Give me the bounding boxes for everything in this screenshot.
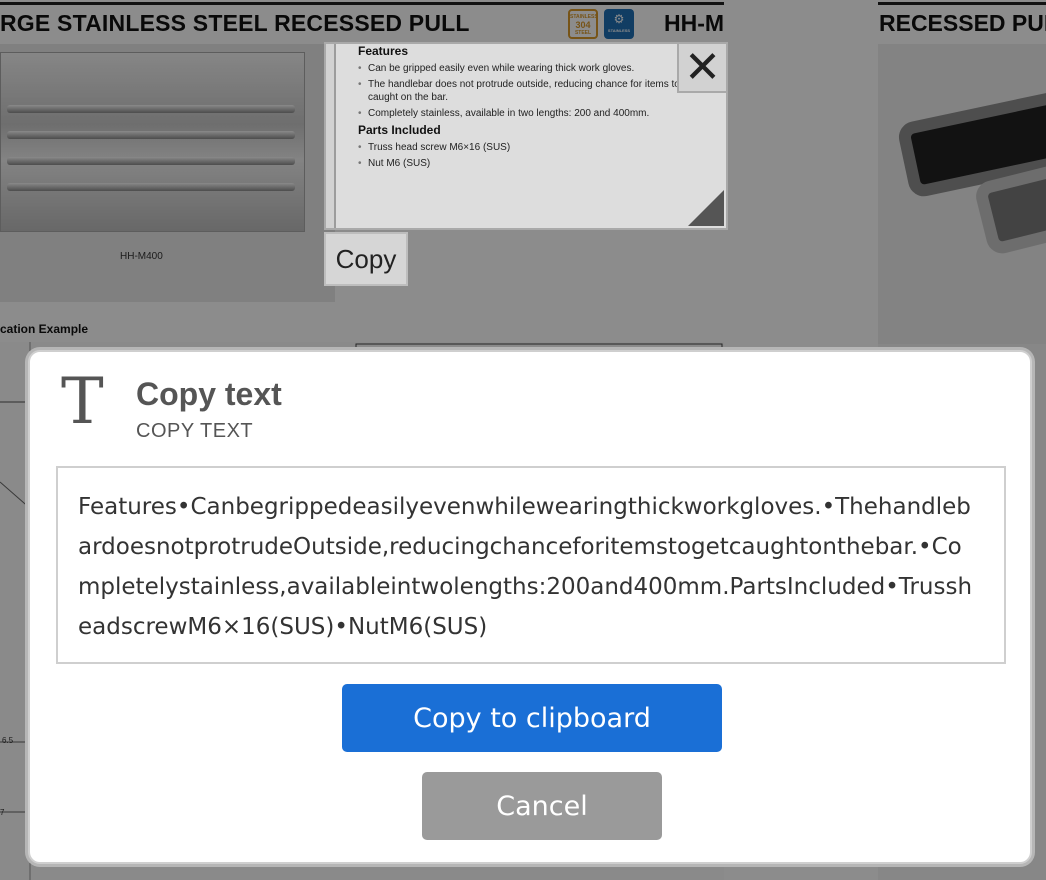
- copy-button[interactable]: Copy: [324, 232, 408, 286]
- dialog-subtitle: COPY TEXT: [136, 420, 254, 442]
- clip-preview-content: Features Can be gripped easily even whil…: [334, 44, 726, 228]
- close-button[interactable]: ✕: [677, 42, 728, 93]
- feature-item: Completely stainless, available in two l…: [336, 107, 726, 120]
- copy-to-clipboard-button[interactable]: Copy to clipboard: [342, 684, 722, 752]
- part-item: Truss head screw M6×16 (SUS): [336, 141, 726, 154]
- feature-item: Can be gripped easily even while wearing…: [336, 62, 726, 75]
- parts-heading: Parts Included: [358, 123, 441, 137]
- cancel-button[interactable]: Cancel: [422, 772, 662, 840]
- part-item: Nut M6 (SUS): [336, 157, 726, 170]
- dialog-title: Copy text: [136, 376, 282, 412]
- copy-text-dialog: T Copy text COPY TEXT Features•Canbegrip…: [28, 350, 1032, 864]
- clip-preview: Features Can be gripped easily even whil…: [324, 42, 728, 230]
- text-icon: T: [61, 365, 104, 439]
- extracted-text-box[interactable]: Features•Canbegrippedeasilyevenwhilewear…: [56, 466, 1006, 664]
- close-icon: ✕: [684, 43, 721, 92]
- resize-handle-icon[interactable]: [688, 190, 724, 226]
- feature-item: The handlebar does not protrude outside,…: [336, 78, 726, 104]
- features-heading: Features: [358, 44, 409, 58]
